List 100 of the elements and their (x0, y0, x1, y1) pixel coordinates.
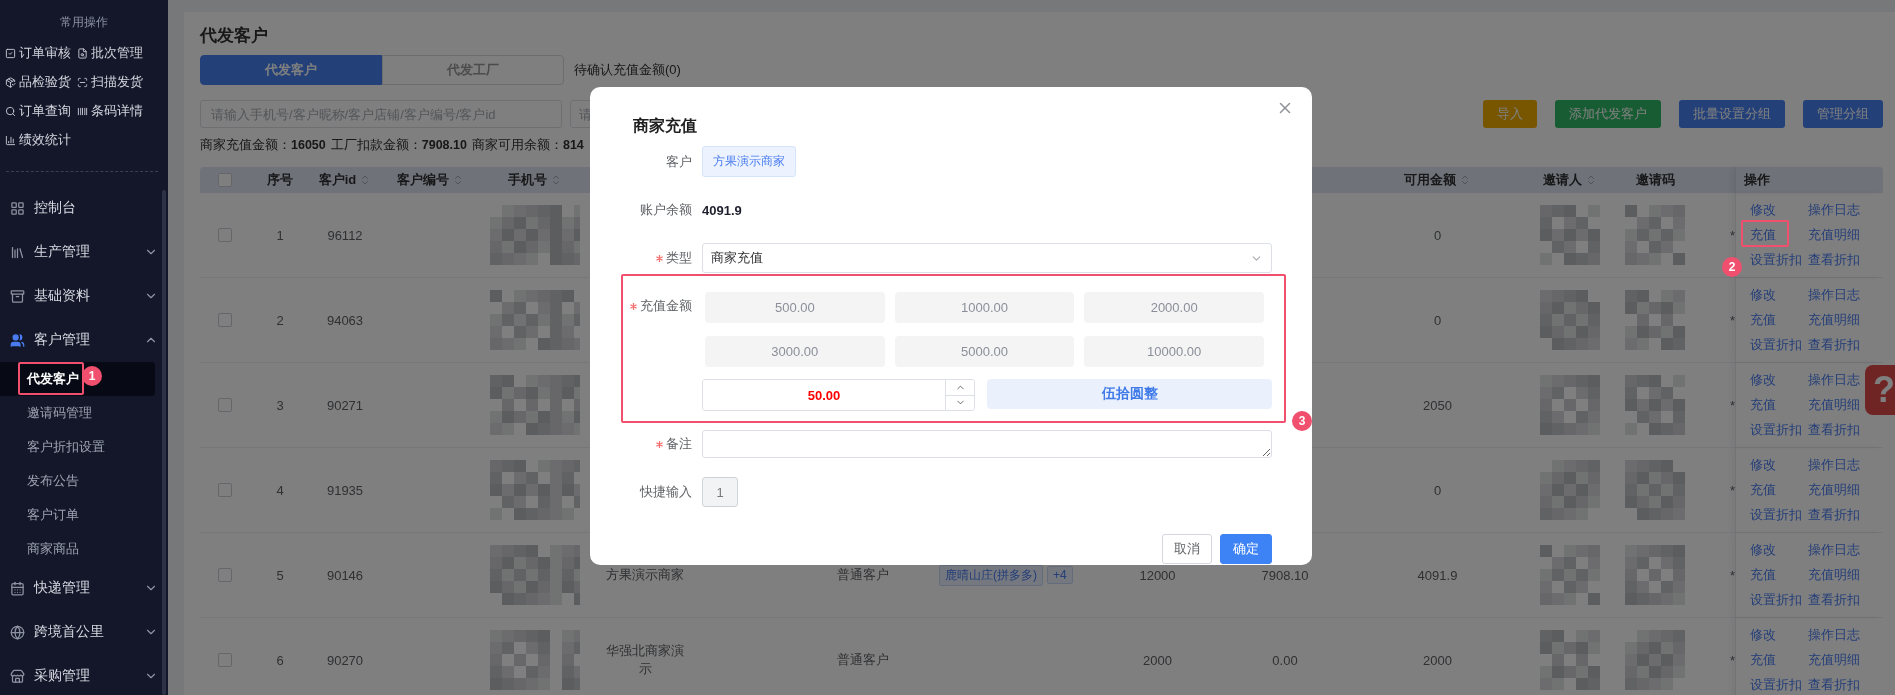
sort-icon[interactable] (550, 174, 562, 186)
quick-action[interactable]: 订单审核 (5, 44, 77, 62)
dialog-button[interactable]: 确定 (1220, 534, 1272, 564)
action-link[interactable]: 修改 (1750, 201, 1776, 219)
tab[interactable]: 代发客户 (200, 55, 382, 85)
calendar-icon (10, 580, 25, 596)
action-link[interactable]: 操作日志 (1808, 201, 1860, 219)
table-cell: 2050 (1423, 397, 1452, 413)
preset-amount-button[interactable]: 10000.00 (1084, 336, 1264, 367)
action-link[interactable]: 修改 (1750, 371, 1776, 389)
submenu-item[interactable]: 客户订单 (0, 498, 155, 532)
quick-action[interactable]: 条码详情 (77, 102, 165, 120)
help-button[interactable]: ? (1865, 365, 1895, 415)
field-label: 账户余额 (640, 201, 692, 219)
preset-amount-button[interactable]: 1000.00 (894, 292, 1075, 323)
action-link[interactable]: 充值明细 (1808, 566, 1860, 584)
menu-item[interactable]: 生产管理 (0, 230, 168, 274)
menu-item[interactable]: 控制台 (0, 186, 168, 230)
action-link[interactable]: 操作日志 (1808, 371, 1860, 389)
action-link[interactable]: 查看折扣 (1808, 591, 1860, 609)
shortcut-chip[interactable]: 1 (702, 477, 738, 507)
checkbox[interactable] (218, 568, 232, 582)
action-link[interactable]: 充值明细 (1808, 481, 1860, 499)
action-link[interactable]: 充值 (1750, 396, 1776, 414)
sort-icon[interactable] (1459, 174, 1471, 186)
menu-item[interactable]: 客户管理 (0, 318, 168, 362)
action-link[interactable]: 修改 (1750, 541, 1776, 559)
submenu-item[interactable]: 客户折扣设置 (0, 430, 155, 464)
submenu-item[interactable]: 商家商品 (0, 532, 155, 566)
toolbar-button[interactable]: 导入 (1483, 100, 1537, 128)
checkbox[interactable] (218, 483, 232, 497)
checkbox-icon (5, 47, 16, 59)
action-link[interactable]: 设置折扣 (1750, 336, 1802, 354)
submenu-item[interactable]: 邀请码管理 (0, 396, 155, 430)
action-link[interactable]: 设置折扣 (1750, 591, 1802, 609)
preset-amount-button[interactable]: 2000.00 (1084, 292, 1264, 323)
action-link[interactable]: 充值明细 (1808, 226, 1860, 244)
action-link[interactable]: 操作日志 (1808, 626, 1860, 644)
amount-input[interactable]: 50.00 (702, 379, 975, 411)
stat-text: 商家充值金额：16050 (200, 137, 326, 154)
action-link[interactable]: 查看折扣 (1808, 251, 1860, 269)
submenu-item[interactable]: 发布公告 (0, 464, 155, 498)
table-cell: 0 (1433, 312, 1442, 328)
store-icon (10, 668, 25, 684)
toolbar-button[interactable]: 添加代发客户 (1555, 100, 1661, 128)
preset-amount-button[interactable]: 3000.00 (705, 336, 885, 367)
action-link[interactable]: 充值 (1750, 651, 1776, 669)
action-link[interactable]: 操作日志 (1808, 286, 1860, 304)
action-link[interactable]: 充值明细 (1808, 651, 1860, 669)
toolbar-button[interactable]: 批量设置分组 (1679, 100, 1785, 128)
column-header: 序号 (267, 171, 293, 189)
action-link[interactable]: 充值 (1750, 481, 1776, 499)
checkbox[interactable] (218, 313, 232, 327)
package-icon (5, 76, 16, 88)
checkbox[interactable] (218, 398, 232, 412)
action-link[interactable]: 设置折扣 (1750, 676, 1802, 694)
quick-action[interactable]: 绩效统计 (5, 131, 77, 149)
action-link[interactable]: 充值 (1750, 566, 1776, 584)
action-link[interactable]: 充值明细 (1808, 396, 1860, 414)
action-link[interactable]: 查看折扣 (1808, 506, 1860, 524)
preset-amount-button[interactable]: 500.00 (705, 292, 885, 323)
action-link[interactable]: 操作日志 (1808, 541, 1860, 559)
search-icon (5, 105, 16, 117)
sort-icon[interactable] (1585, 174, 1597, 186)
quick-action[interactable]: 扫描发货 (77, 73, 165, 91)
action-link[interactable]: 充值 (1750, 311, 1776, 329)
checkbox[interactable] (218, 228, 232, 242)
table-cell: 94063 (326, 312, 364, 328)
quick-action[interactable]: 品检验货 (5, 73, 77, 91)
dialog-button[interactable]: 取消 (1162, 534, 1212, 564)
checkbox[interactable] (218, 173, 232, 187)
action-link[interactable]: 设置折扣 (1750, 421, 1802, 439)
action-link[interactable]: 修改 (1750, 626, 1776, 644)
action-link[interactable]: 设置折扣 (1750, 506, 1802, 524)
table-cell: 2000 (1423, 652, 1452, 668)
submenu-item[interactable]: 代发客户 1 (0, 362, 155, 396)
quick-action[interactable]: 订单查询 (5, 102, 77, 120)
action-link[interactable]: 查看折扣 (1808, 421, 1860, 439)
action-link[interactable]: 修改 (1750, 286, 1776, 304)
action-link[interactable]: 操作日志 (1808, 456, 1860, 474)
type-select[interactable]: 商家充值 (702, 243, 1272, 273)
preset-amount-button[interactable]: 5000.00 (894, 336, 1075, 367)
menu-item[interactable]: 跨境首公里 (0, 610, 168, 654)
action-link[interactable]: 充值 (1750, 226, 1776, 244)
remark-field[interactable] (702, 430, 1272, 458)
stat-text: 商家可用余额：814 (471, 137, 584, 154)
menu-item[interactable]: 采购管理 (0, 654, 168, 695)
checkbox[interactable] (218, 653, 232, 667)
action-link[interactable]: 修改 (1750, 456, 1776, 474)
menu-item[interactable]: 快递管理 (0, 566, 168, 610)
quick-action[interactable]: 批次管理 (77, 44, 165, 62)
table-cell: 1 (276, 227, 284, 243)
page-title: 代发客户 (200, 25, 269, 47)
action-link[interactable]: 设置折扣 (1750, 251, 1802, 269)
action-link[interactable]: 查看折扣 (1808, 336, 1860, 354)
action-link[interactable]: 充值明细 (1808, 311, 1860, 329)
toolbar-button[interactable]: 管理分组 (1803, 100, 1883, 128)
archive-icon (10, 288, 25, 304)
action-link[interactable]: 查看折扣 (1808, 676, 1860, 694)
menu-item[interactable]: 基础资料 (0, 274, 168, 318)
